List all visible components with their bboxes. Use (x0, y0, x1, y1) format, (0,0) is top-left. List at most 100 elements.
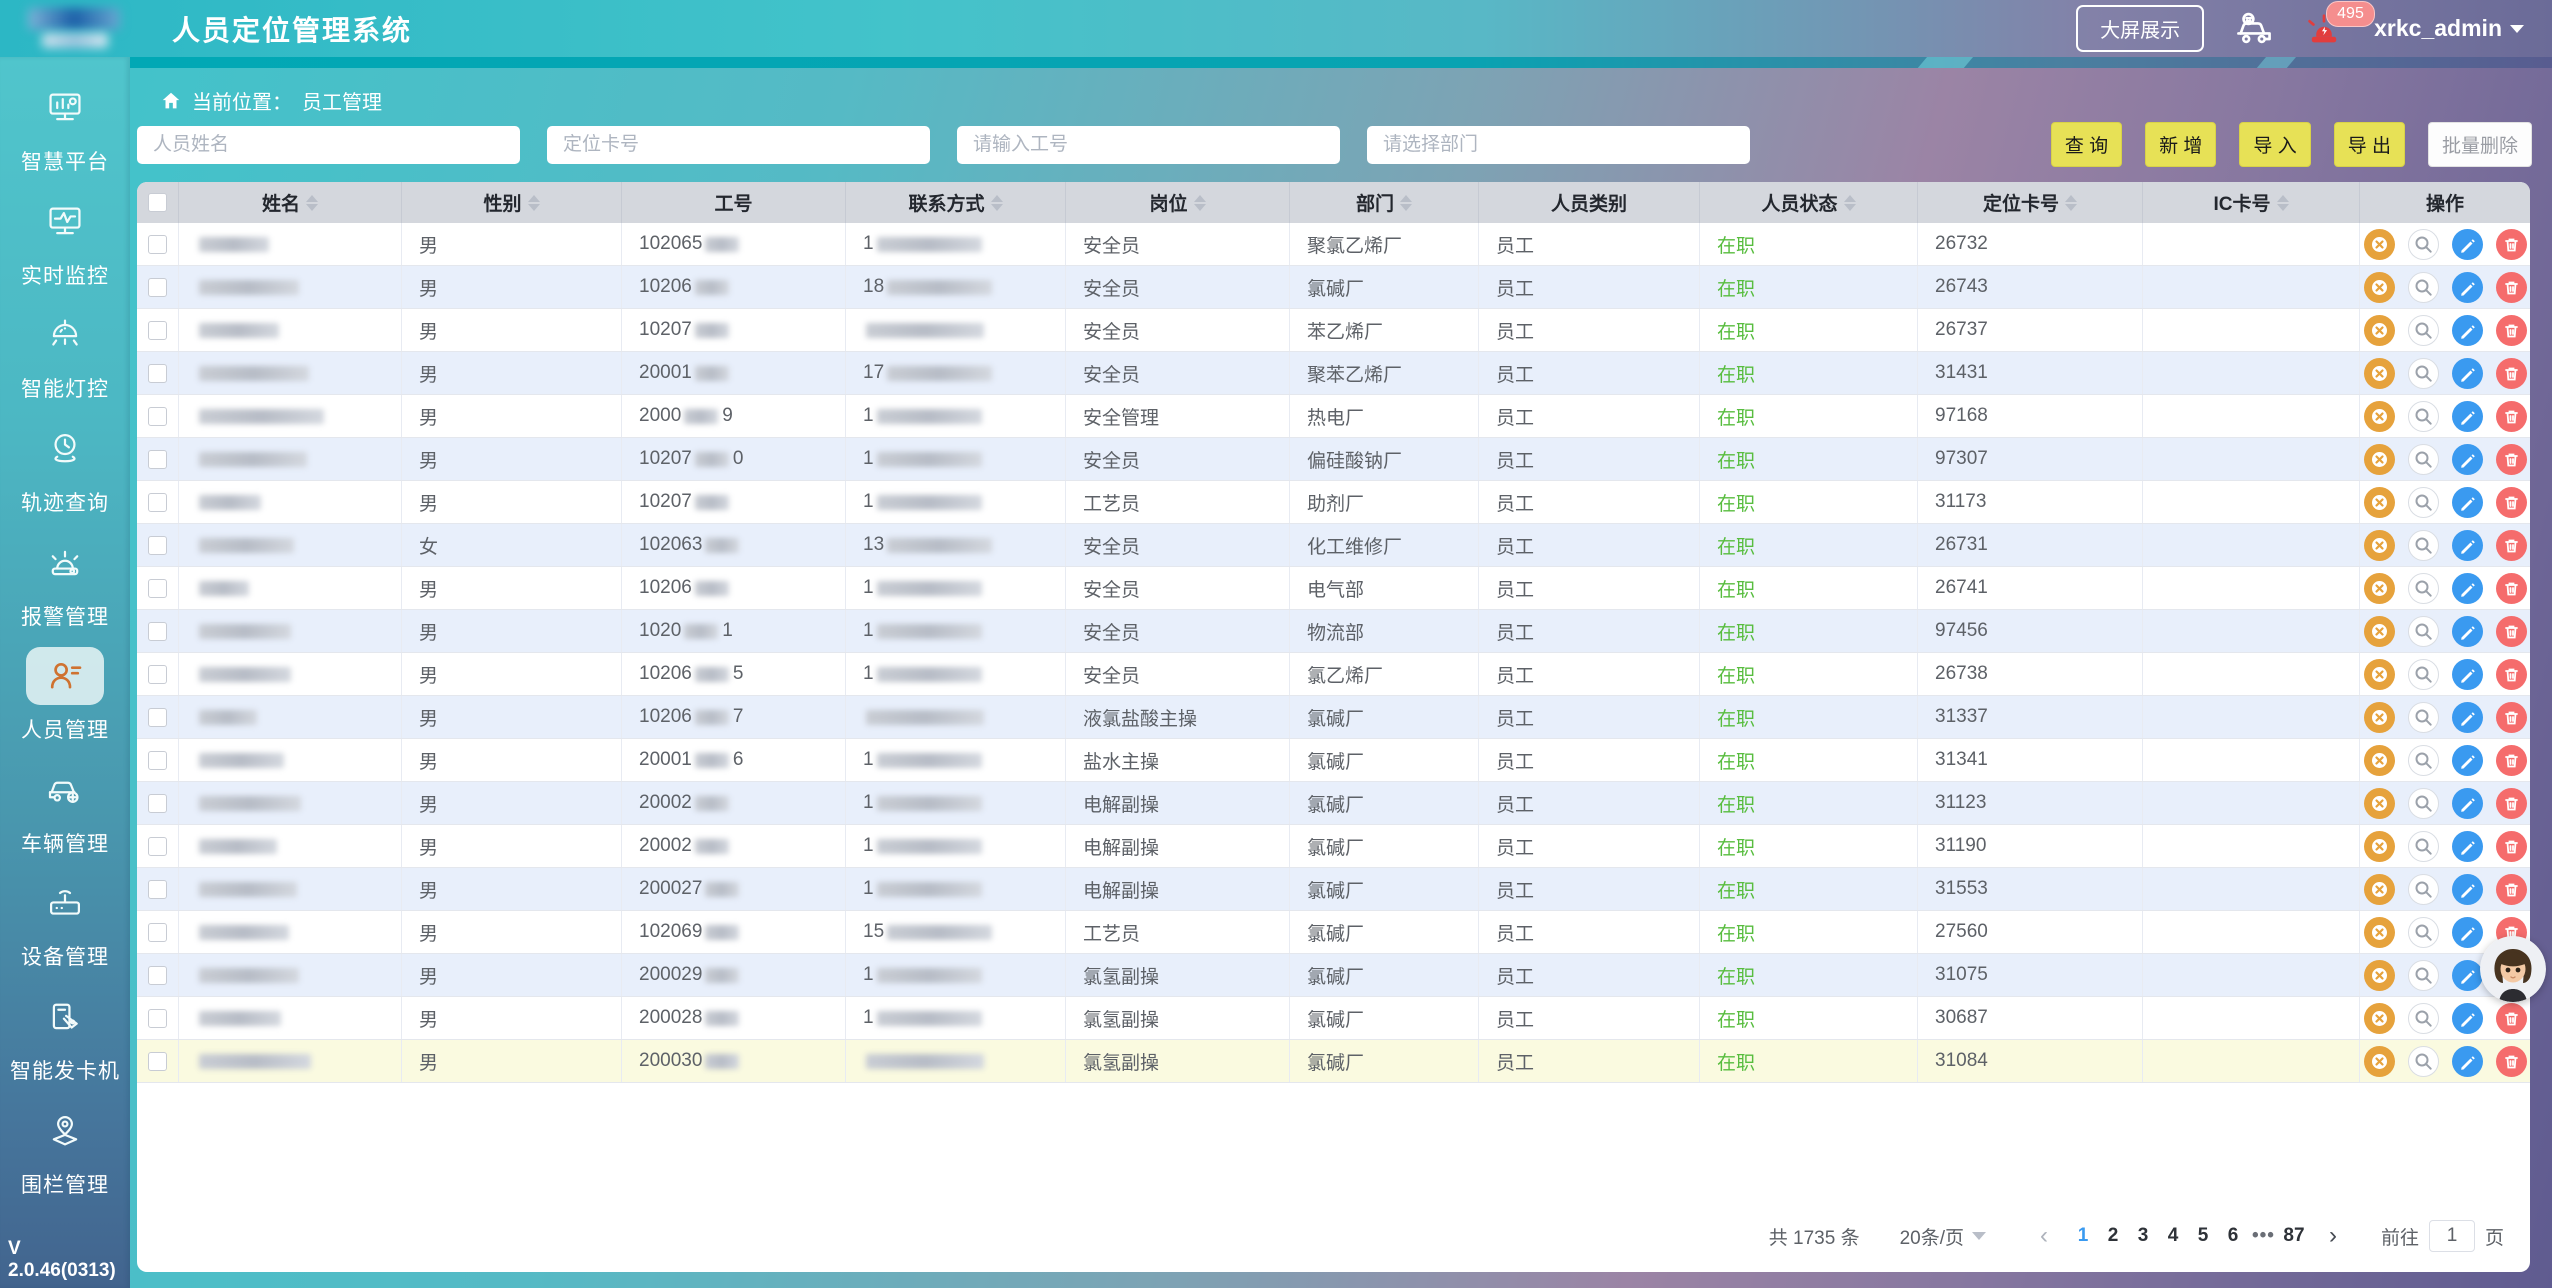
action-view-button[interactable] (2408, 831, 2439, 862)
goto-page-input[interactable]: 1 (2429, 1220, 2475, 1252)
page-number-87[interactable]: 87 (2279, 1225, 2309, 1247)
table-row[interactable]: 男102067液氯盐酸主操氯碱厂员工在职31337 (137, 696, 2530, 739)
action-card-button[interactable] (2364, 874, 2395, 905)
action-edit-button[interactable] (2452, 1046, 2483, 1077)
table-row[interactable]: 男200091安全管理热电厂员工在职97168 (137, 395, 2530, 438)
action-edit-button[interactable] (2452, 917, 2483, 948)
action-view-button[interactable] (2408, 272, 2439, 303)
page-size-select[interactable]: 20条/页 (1900, 1223, 1986, 1250)
action-edit-button[interactable] (2452, 530, 2483, 561)
table-row[interactable]: 男1020651安全员聚氯乙烯厂员工在职26732 (137, 223, 2530, 266)
action-card-button[interactable] (2364, 315, 2395, 346)
action-view-button[interactable] (2408, 573, 2439, 604)
column-header-1[interactable]: 姓名 (179, 182, 402, 223)
sort-icon[interactable] (1194, 195, 1206, 211)
action-edit-button[interactable] (2452, 960, 2483, 991)
row-checkbox[interactable] (148, 1009, 167, 1028)
action-edit-button[interactable] (2452, 573, 2483, 604)
action-delete-button[interactable] (2496, 616, 2527, 647)
employee-no-input[interactable] (957, 126, 1340, 164)
table-row[interactable]: 男2000281氯氢副操氯碱厂员工在职30687 (137, 997, 2530, 1040)
action-card-button[interactable] (2364, 272, 2395, 303)
action-delete-button[interactable] (2496, 272, 2527, 303)
batch-delete-button[interactable]: 批量删除 (2428, 122, 2532, 167)
person-name-input[interactable] (137, 126, 520, 164)
table-row[interactable]: 男10207安全员苯乙烯厂员工在职26737 (137, 309, 2530, 352)
table-row[interactable]: 男2000271电解副操氯碱厂员工在职31553 (137, 868, 2530, 911)
action-delete-button[interactable] (2496, 444, 2527, 475)
action-card-button[interactable] (2364, 358, 2395, 389)
column-header-4[interactable]: 联系方式 (846, 182, 1066, 223)
table-row[interactable]: 男200021电解副操氯碱厂员工在职31190 (137, 825, 2530, 868)
action-view-button[interactable] (2408, 530, 2439, 561)
alarm-icon[interactable]: 495 (2304, 9, 2344, 49)
row-checkbox[interactable] (148, 278, 167, 297)
action-card-button[interactable] (2364, 229, 2395, 260)
export-button[interactable]: 导 出 (2334, 122, 2405, 167)
table-row[interactable]: 男1020701安全员偏硅酸钠厂员工在职97307 (137, 438, 2530, 481)
assistant-avatar[interactable] (2480, 936, 2546, 1002)
page-number-3[interactable]: 3 (2128, 1225, 2158, 1247)
row-checkbox[interactable] (148, 364, 167, 383)
sidebar-item-smart-light[interactable]: 智能灯控 (0, 306, 130, 403)
sidebar-item-fence-mgmt[interactable]: 围栏管理 (0, 1102, 130, 1199)
action-card-button[interactable] (2364, 917, 2395, 948)
row-checkbox[interactable] (148, 407, 167, 426)
action-view-button[interactable] (2408, 702, 2439, 733)
sort-icon[interactable] (528, 195, 540, 211)
action-view-button[interactable] (2408, 487, 2439, 518)
table-row[interactable]: 女10206313安全员化工维修厂员工在职26731 (137, 524, 2530, 567)
column-header-6[interactable]: 部门 (1290, 182, 1479, 223)
action-edit-button[interactable] (2452, 401, 2483, 432)
row-checkbox[interactable] (148, 321, 167, 340)
action-card-button[interactable] (2364, 1046, 2395, 1077)
big-screen-button[interactable]: 大屏展示 (2076, 5, 2204, 52)
action-card-button[interactable] (2364, 745, 2395, 776)
action-view-button[interactable] (2408, 401, 2439, 432)
page-number-2[interactable]: 2 (2098, 1225, 2128, 1247)
action-delete-button[interactable] (2496, 229, 2527, 260)
add-button[interactable]: 新 增 (2145, 122, 2216, 167)
page-number-4[interactable]: 4 (2158, 1225, 2188, 1247)
row-checkbox[interactable] (148, 235, 167, 254)
action-edit-button[interactable] (2452, 874, 2483, 905)
sidebar-item-personnel-mgmt[interactable]: 人员管理 (0, 647, 130, 744)
next-page-button[interactable]: › (2319, 1224, 2347, 1248)
select-all-checkbox[interactable] (148, 193, 167, 212)
action-edit-button[interactable] (2452, 229, 2483, 260)
table-row[interactable]: 男200021电解副操氯碱厂员工在职31123 (137, 782, 2530, 825)
action-delete-button[interactable] (2496, 1046, 2527, 1077)
import-button[interactable]: 导 入 (2239, 122, 2310, 167)
action-delete-button[interactable] (2496, 358, 2527, 389)
table-row[interactable]: 男2000291氯氢副操氯碱厂员工在职31075 (137, 954, 2530, 997)
sidebar-item-realtime-monitor[interactable]: 实时监控 (0, 193, 130, 290)
action-edit-button[interactable] (2452, 358, 2483, 389)
row-checkbox[interactable] (148, 493, 167, 512)
action-delete-button[interactable] (2496, 702, 2527, 733)
row-checkbox[interactable] (148, 923, 167, 942)
department-select[interactable] (1367, 126, 1750, 164)
action-edit-button[interactable] (2452, 659, 2483, 690)
column-header-2[interactable]: 性别 (402, 182, 622, 223)
action-card-button[interactable] (2364, 444, 2395, 475)
action-delete-button[interactable] (2496, 1003, 2527, 1034)
row-checkbox[interactable] (148, 622, 167, 641)
table-row[interactable]: 男102071工艺员助剂厂员工在职31173 (137, 481, 2530, 524)
locator-card-input[interactable] (547, 126, 930, 164)
action-delete-button[interactable] (2496, 788, 2527, 819)
action-view-button[interactable] (2408, 788, 2439, 819)
action-card-button[interactable] (2364, 659, 2395, 690)
action-delete-button[interactable] (2496, 745, 2527, 776)
action-delete-button[interactable] (2496, 874, 2527, 905)
sidebar-item-card-dispenser[interactable]: 智能发卡机 (0, 988, 130, 1085)
action-edit-button[interactable] (2452, 788, 2483, 819)
vehicle-status-icon[interactable] (2234, 9, 2274, 49)
action-delete-button[interactable] (2496, 315, 2527, 346)
page-number-1[interactable]: 1 (2068, 1225, 2098, 1247)
action-view-button[interactable] (2408, 659, 2439, 690)
search-button[interactable]: 查 询 (2051, 122, 2122, 167)
action-card-button[interactable] (2364, 530, 2395, 561)
action-edit-button[interactable] (2452, 272, 2483, 303)
action-edit-button[interactable] (2452, 444, 2483, 475)
sort-icon[interactable] (2277, 195, 2289, 211)
